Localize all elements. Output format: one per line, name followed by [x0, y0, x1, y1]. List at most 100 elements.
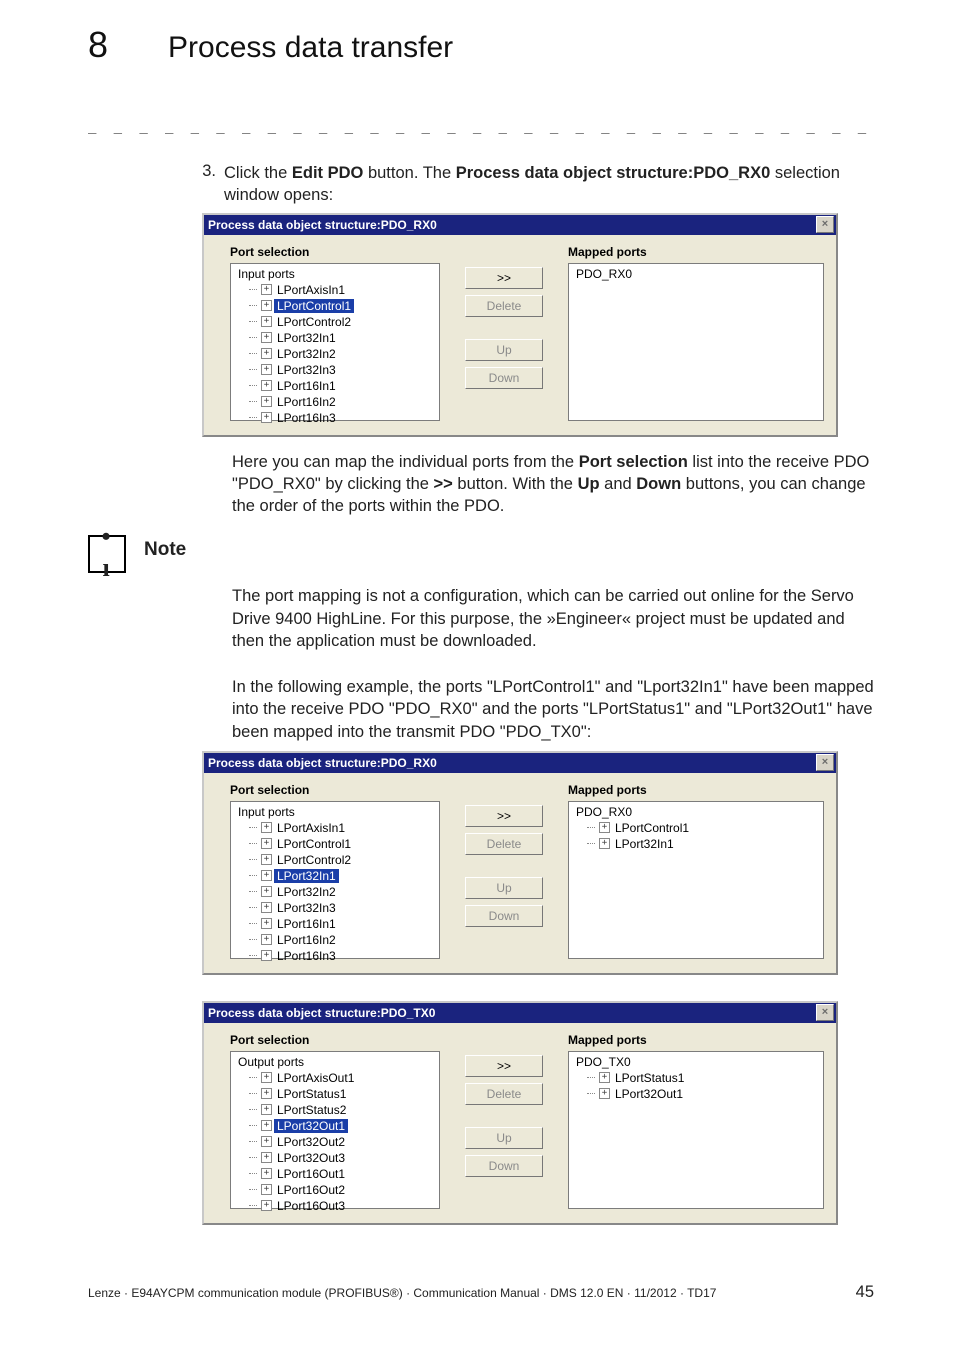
tree-item[interactable]: +LPort16Out2	[231, 1182, 439, 1198]
port-selection-list[interactable]: Input ports+LPortAxisIn1+LPortControl1+L…	[230, 801, 440, 959]
expand-icon[interactable]: +	[261, 1072, 272, 1083]
expand-icon[interactable]: +	[261, 316, 272, 327]
tree-item-label[interactable]: LPort32In1	[274, 869, 339, 883]
mapped-item[interactable]: +LPortStatus1	[569, 1070, 823, 1086]
tree-item[interactable]: +LPort16In3	[231, 410, 439, 426]
mapped-item-label[interactable]: LPortStatus1	[612, 1071, 687, 1085]
expand-icon[interactable]: +	[261, 380, 272, 391]
mapped-root[interactable]: PDO_TX0	[573, 1055, 634, 1069]
mapped-ports-list[interactable]: PDO_TX0+LPortStatus1+LPort32Out1	[568, 1051, 824, 1209]
tree-item[interactable]: +LPort16Out3	[231, 1198, 439, 1214]
close-icon[interactable]: ×	[816, 754, 834, 771]
tree-item[interactable]: +LPort16In1	[231, 916, 439, 932]
expand-icon[interactable]: +	[261, 284, 272, 295]
tree-item-label[interactable]: LPort16In2	[274, 933, 339, 947]
tree-item-label[interactable]: LPort16In2	[274, 395, 339, 409]
tree-item-label[interactable]: LPortAxisOut1	[274, 1071, 357, 1085]
expand-icon[interactable]: +	[599, 822, 610, 833]
tree-item[interactable]: +LPort32In1	[231, 330, 439, 346]
tree-item[interactable]: +LPortAxisOut1	[231, 1070, 439, 1086]
expand-icon[interactable]: +	[261, 854, 272, 865]
tree-item-label[interactable]: LPortAxisIn1	[274, 821, 348, 835]
mapped-root[interactable]: PDO_RX0	[573, 805, 635, 819]
tree-item[interactable]: +LPort32In2	[231, 346, 439, 362]
add-button[interactable]: >>	[465, 267, 543, 289]
tree-item-label[interactable]: LPort16In1	[274, 917, 339, 931]
tree-item[interactable]: +LPortAxisIn1	[231, 282, 439, 298]
mapped-item[interactable]: +LPortControl1	[569, 820, 823, 836]
expand-icon[interactable]: +	[261, 1088, 272, 1099]
tree-item[interactable]: +LPort16In2	[231, 394, 439, 410]
tree-item-label[interactable]: LPort32In3	[274, 901, 339, 915]
port-selection-list[interactable]: Output ports+LPortAxisOut1+LPortStatus1+…	[230, 1051, 440, 1209]
tree-item-label[interactable]: LPort16In3	[274, 949, 339, 963]
tree-item[interactable]: +LPort32In2	[231, 884, 439, 900]
tree-item[interactable]: +LPortStatus2	[231, 1102, 439, 1118]
tree-item-label[interactable]: LPort32In3	[274, 363, 339, 377]
add-button[interactable]: >>	[465, 1055, 543, 1077]
expand-icon[interactable]: +	[261, 300, 272, 311]
expand-icon[interactable]: +	[261, 1136, 272, 1147]
mapped-item[interactable]: +LPort32In1	[569, 836, 823, 852]
mapped-item[interactable]: +LPort32Out1	[569, 1086, 823, 1102]
tree-item-label[interactable]: LPort32Out1	[274, 1119, 348, 1133]
tree-item-label[interactable]: LPort16In3	[274, 411, 339, 425]
expand-icon[interactable]: +	[599, 1072, 610, 1083]
mapped-item-label[interactable]: LPort32In1	[612, 837, 677, 851]
expand-icon[interactable]: +	[261, 1168, 272, 1179]
mapped-ports-list[interactable]: PDO_RX0	[568, 263, 824, 421]
add-button[interactable]: >>	[465, 805, 543, 827]
expand-icon[interactable]: +	[261, 1104, 272, 1115]
expand-icon[interactable]: +	[261, 902, 272, 913]
tree-item[interactable]: +LPort32Out1	[231, 1118, 439, 1134]
expand-icon[interactable]: +	[261, 934, 272, 945]
mapped-item-label[interactable]: LPortControl1	[612, 821, 692, 835]
expand-icon[interactable]: +	[261, 412, 272, 423]
tree-item-label[interactable]: LPort32In2	[274, 885, 339, 899]
close-icon[interactable]: ×	[816, 216, 834, 233]
close-icon[interactable]: ×	[816, 1004, 834, 1021]
tree-item[interactable]: +LPortControl2	[231, 314, 439, 330]
tree-item[interactable]: +LPort16In2	[231, 932, 439, 948]
tree-item[interactable]: +LPort32In1	[231, 868, 439, 884]
tree-root[interactable]: Output ports	[235, 1055, 307, 1069]
tree-root[interactable]: Input ports	[235, 805, 298, 819]
tree-item[interactable]: +LPort16In1	[231, 378, 439, 394]
expand-icon[interactable]: +	[599, 838, 610, 849]
tree-item[interactable]: +LPort16In3	[231, 948, 439, 964]
tree-item[interactable]: +LPortControl2	[231, 852, 439, 868]
tree-item[interactable]: +LPort32In3	[231, 362, 439, 378]
tree-item-label[interactable]: LPort16In1	[274, 379, 339, 393]
expand-icon[interactable]: +	[261, 918, 272, 929]
expand-icon[interactable]: +	[261, 838, 272, 849]
tree-item-label[interactable]: LPort16Out3	[274, 1199, 348, 1213]
tree-item-label[interactable]: LPortControl2	[274, 853, 354, 867]
expand-icon[interactable]: +	[261, 886, 272, 897]
expand-icon[interactable]: +	[261, 822, 272, 833]
tree-root[interactable]: Input ports	[235, 267, 298, 281]
tree-item[interactable]: +LPortControl1	[231, 836, 439, 852]
expand-icon[interactable]: +	[261, 1184, 272, 1195]
tree-item-label[interactable]: LPort32In1	[274, 331, 339, 345]
tree-item-label[interactable]: LPortControl1	[274, 299, 354, 313]
mapped-item-label[interactable]: LPort32Out1	[612, 1087, 686, 1101]
expand-icon[interactable]: +	[261, 1152, 272, 1163]
port-selection-list[interactable]: Input ports+LPortAxisIn1+LPortControl1+L…	[230, 263, 440, 421]
tree-item[interactable]: +LPortControl1	[231, 298, 439, 314]
expand-icon[interactable]: +	[261, 950, 272, 961]
expand-icon[interactable]: +	[261, 1200, 272, 1211]
tree-item-label[interactable]: LPortControl1	[274, 837, 354, 851]
mapped-root[interactable]: PDO_RX0	[573, 267, 635, 281]
tree-item-label[interactable]: LPortAxisIn1	[274, 283, 348, 297]
tree-item[interactable]: +LPortAxisIn1	[231, 820, 439, 836]
tree-item-label[interactable]: LPort32In2	[274, 347, 339, 361]
tree-item[interactable]: +LPortStatus1	[231, 1086, 439, 1102]
expand-icon[interactable]: +	[261, 364, 272, 375]
tree-item[interactable]: +LPort32In3	[231, 900, 439, 916]
tree-item-label[interactable]: LPort32Out2	[274, 1135, 348, 1149]
expand-icon[interactable]: +	[261, 396, 272, 407]
tree-item-label[interactable]: LPort32Out3	[274, 1151, 348, 1165]
tree-item-label[interactable]: LPort16Out2	[274, 1183, 348, 1197]
mapped-ports-list[interactable]: PDO_RX0+LPortControl1+LPort32In1	[568, 801, 824, 959]
expand-icon[interactable]: +	[599, 1088, 610, 1099]
